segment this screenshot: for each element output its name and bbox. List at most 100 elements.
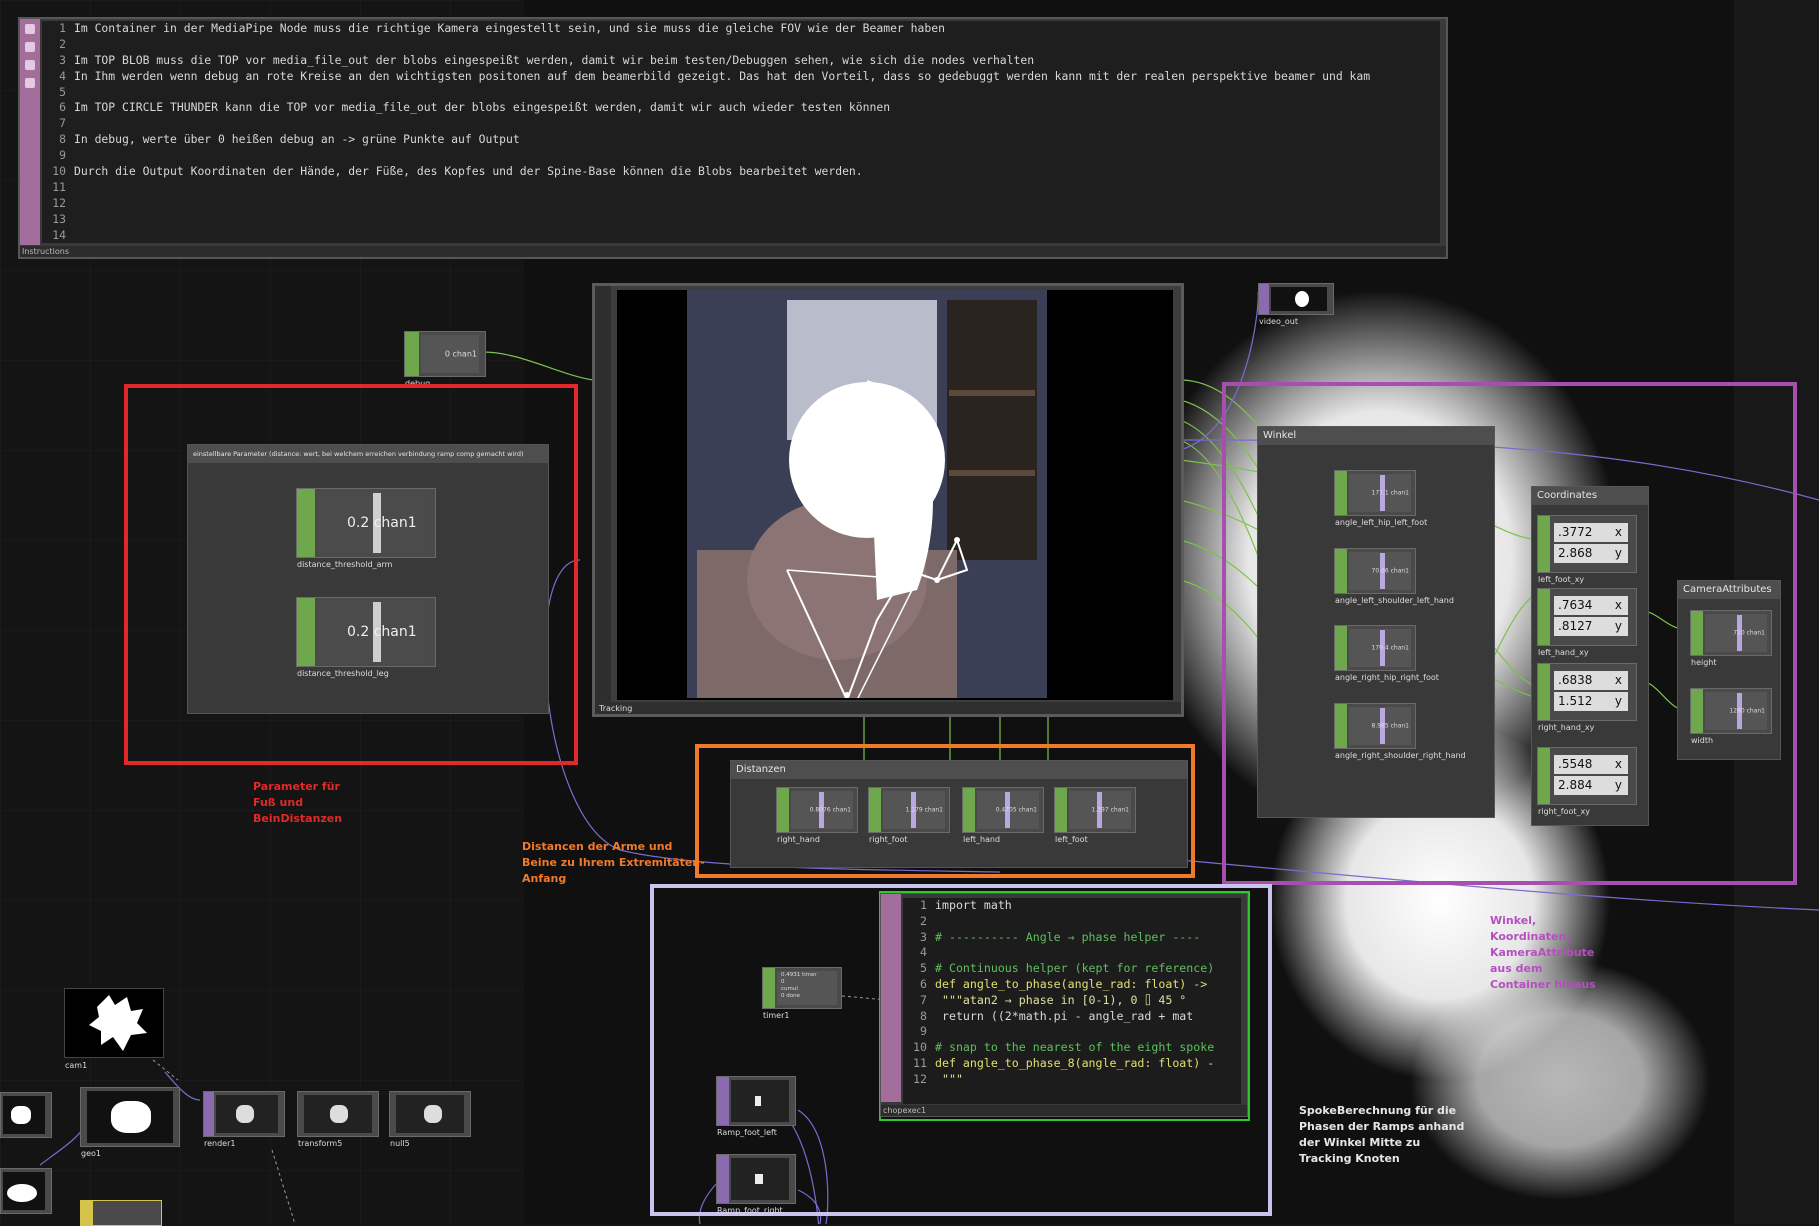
bottom-node[interactable] xyxy=(80,1200,162,1226)
code-line: 12 """ xyxy=(903,1072,1241,1088)
y-value: 2.884 xyxy=(1558,778,1593,792)
instruction-line: 4 In Ihm werden wenn debug an rote Kreise… xyxy=(42,69,1440,85)
camera-attributes-title: CameraAttributes xyxy=(1678,581,1780,599)
y-row: .8127 y xyxy=(1554,617,1628,636)
input-top[interactable] xyxy=(0,1092,52,1138)
params-annotation: Parameter für Fuß und BeinDistanzen xyxy=(253,780,343,825)
x-row: .7634 x xyxy=(1554,596,1628,615)
x-value: .6838 xyxy=(1558,673,1593,687)
line-number: 7 xyxy=(920,992,927,1007)
chop-strip xyxy=(869,788,881,832)
ramp-foot-left-label: Ramp_foot_left xyxy=(717,1128,777,1137)
angle-chop[interactable]: 70.66 chan1 angle_left_shoulder_left_hand xyxy=(1334,548,1454,605)
x-key: x xyxy=(1614,525,1622,539)
x-row: .5548 x xyxy=(1554,755,1628,774)
ramp-foot-right-top[interactable]: Ramp_foot_right xyxy=(716,1154,796,1215)
chop-value: 70.66 chan1 xyxy=(1371,567,1409,575)
line-number: 3 xyxy=(59,52,66,67)
y-key: y xyxy=(1614,546,1622,560)
coordinate-chop[interactable]: .7634 x .8127 y left_hand_xy xyxy=(1537,588,1637,657)
distance-threshold-leg-chop[interactable]: 0.2 chan1 distance_threshold_leg xyxy=(296,597,436,678)
circle-top[interactable] xyxy=(0,1168,52,1214)
y-value: .8127 xyxy=(1558,619,1593,633)
coordinate-chop[interactable]: .3772 x 2.868 y left_foot_xy xyxy=(1537,515,1637,584)
distance-threshold-arm-chop[interactable]: 0.2 chan1 distance_threshold_arm xyxy=(296,488,436,569)
bypass-icon[interactable] xyxy=(25,60,35,70)
line-text: In Ihm werden wenn debug an rote Kreise … xyxy=(74,68,1371,83)
render1-top[interactable]: render1 xyxy=(203,1091,285,1148)
distance-chop[interactable]: 0.8076 chan1 right_hand xyxy=(776,787,858,844)
y-value: 2.868 xyxy=(1558,546,1593,560)
chopexec1-code-area[interactable]: 1 import math 2 3 # ---------- Angle → phase… xyxy=(903,898,1241,1104)
tracking-node[interactable]: Tracking xyxy=(592,283,1184,717)
line-number: 7 xyxy=(59,116,66,131)
instruction-line: 9 xyxy=(42,148,1440,164)
dat-viewer-strip[interactable] xyxy=(20,19,40,245)
instruction-line: 10 Durch die Output Koordinaten der Hände… xyxy=(42,164,1440,180)
instruction-line: 7 xyxy=(42,116,1440,132)
coordinate-chop[interactable]: .5548 x 2.884 y right_foot_xy xyxy=(1537,747,1637,816)
distance-chop[interactable]: 0.4705 chan1 left_hand xyxy=(962,787,1044,844)
coordinate-label: right_hand_xy xyxy=(1538,723,1595,732)
null5-top[interactable]: null5 xyxy=(389,1091,471,1148)
circle-preview xyxy=(3,1172,45,1210)
timer1-chop[interactable]: 0.4931 timer 0 cumul 0 done timer1 xyxy=(762,967,842,1020)
null5-label: null5 xyxy=(390,1139,410,1148)
instructions-text-dat[interactable]: 1 Im Container in der MediaPipe Node muss… xyxy=(18,17,1448,259)
geo1-comp[interactable]: geo1 xyxy=(80,1087,180,1158)
transform5-top[interactable]: transform5 xyxy=(297,1091,379,1148)
params-container-title: einstellbare Parameter (distance: wert, … xyxy=(188,445,548,463)
debug-chop[interactable]: 0 chan1 debug xyxy=(404,331,486,388)
video-out-top[interactable]: video_out xyxy=(1258,283,1334,326)
chop-strip xyxy=(1335,471,1347,515)
chop-strip xyxy=(777,788,789,832)
chopexec1-label: chopexec1 xyxy=(881,1105,1247,1116)
y-key: y xyxy=(1614,619,1622,633)
code-text: """ xyxy=(935,1071,963,1086)
dat-viewer-strip[interactable] xyxy=(881,894,901,1102)
camera-attribute-chop[interactable]: 1280 chan1 width xyxy=(1690,688,1772,745)
line-number: 1 xyxy=(59,21,66,35)
line-text: Im TOP BLOB muss die TOP vor media_file_… xyxy=(74,52,1035,67)
angle-chop[interactable]: 177.1 chan1 angle_left_hip_left_foot xyxy=(1334,470,1427,527)
chop-strip xyxy=(963,788,975,832)
coordinate-label: left_hand_xy xyxy=(1538,648,1589,657)
chop-label: height xyxy=(1691,658,1717,667)
distance-chop[interactable]: 1.179 chan1 right_foot xyxy=(868,787,950,844)
line-number: 12 xyxy=(913,1071,927,1086)
chopexec1-dat[interactable]: 1 import math 2 3 # ---------- Angle → phase… xyxy=(880,893,1248,1117)
code-text: def angle_to_phase_8(angle_rad: float) - xyxy=(935,1055,1215,1070)
camera-attribute-chop[interactable]: 720 chan1 height xyxy=(1690,610,1772,667)
geo1-label: geo1 xyxy=(81,1149,101,1158)
line-number: 14 xyxy=(52,227,66,242)
cam1-comp[interactable]: cam1 xyxy=(64,988,164,1070)
ramp-foot-left-top[interactable]: Ramp_foot_left xyxy=(716,1076,796,1137)
x-key: x xyxy=(1614,673,1622,687)
line-number: 10 xyxy=(52,164,66,179)
edit-icon[interactable] xyxy=(25,42,35,52)
coordinate-label: left_foot_xy xyxy=(1538,575,1585,584)
chop-label: angle_right_hip_right_foot xyxy=(1335,673,1439,682)
distance-chop[interactable]: 1.397 chan1 left_foot xyxy=(1054,787,1136,844)
instructions-text-area[interactable]: 1 Im Container in der MediaPipe Node muss… xyxy=(42,21,1440,243)
chop-value: 720 chan1 xyxy=(1733,629,1765,637)
chop-strip xyxy=(1538,516,1550,572)
chop-strip xyxy=(1335,549,1347,593)
chop-value: 1.397 chan1 xyxy=(1091,806,1129,814)
tracking-label: Tracking xyxy=(599,704,633,713)
y-row: 1.512 y xyxy=(1554,692,1628,711)
y-value: 1.512 xyxy=(1558,694,1593,708)
transform5-label: transform5 xyxy=(298,1139,343,1148)
viewer-toggle-icon[interactable] xyxy=(25,24,35,34)
angle-chop[interactable]: 179.4 chan1 angle_right_hip_right_foot xyxy=(1334,625,1439,682)
coordinates-title: Coordinates xyxy=(1532,487,1648,505)
x-value: .5548 xyxy=(1558,757,1593,771)
coordinate-label: right_foot_xy xyxy=(1538,807,1591,816)
angle-chop[interactable]: 8.985 chan1 angle_right_shoulder_right_ha… xyxy=(1334,703,1466,760)
winkel-title: Winkel xyxy=(1258,427,1494,445)
chop-label: left_foot xyxy=(1055,835,1088,844)
code-line: 11 def angle_to_phase_8(angle_rad: float)… xyxy=(903,1056,1241,1072)
line-number: 6 xyxy=(920,976,927,991)
coordinate-chop[interactable]: .6838 x 1.512 y right_hand_xy xyxy=(1537,663,1637,732)
lock-icon[interactable] xyxy=(25,78,35,88)
